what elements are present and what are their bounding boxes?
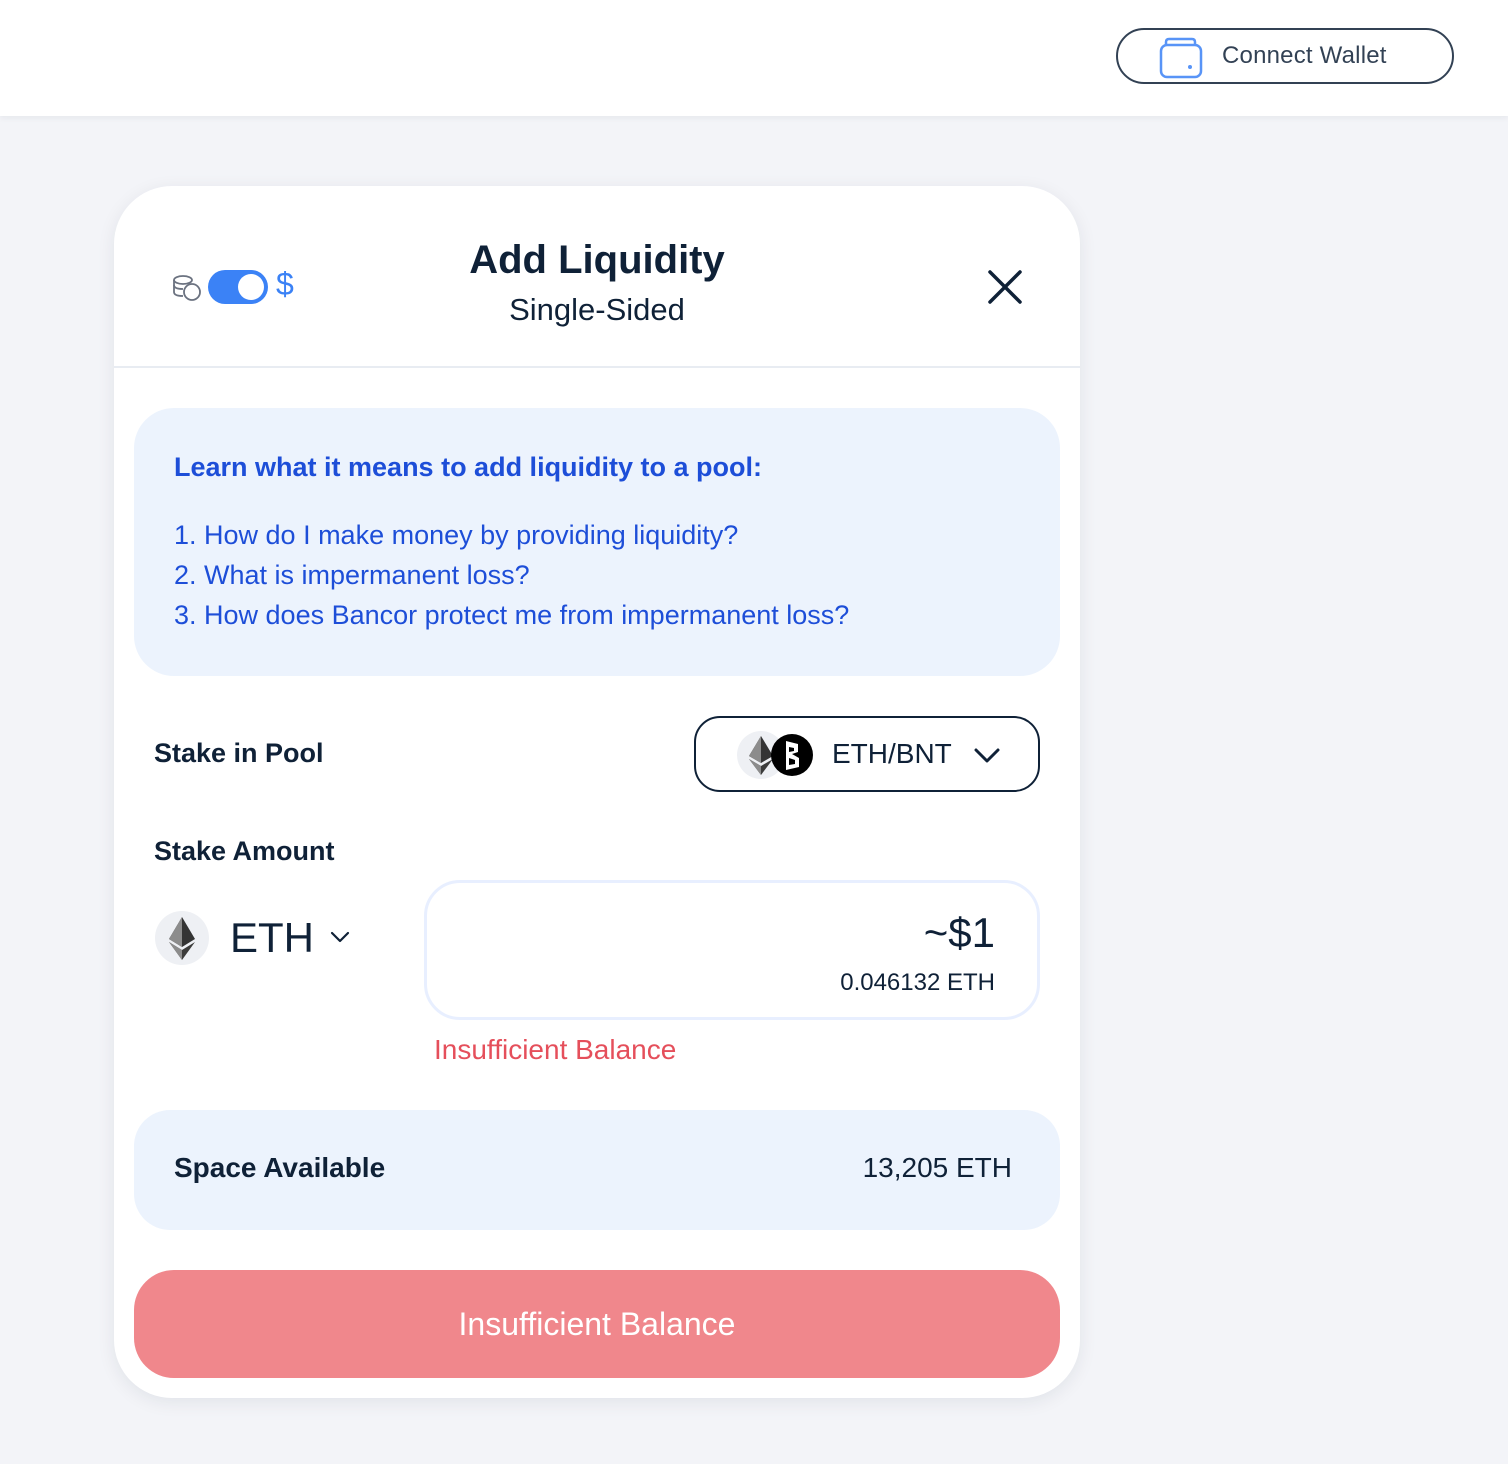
bnt-logo-icon — [771, 734, 813, 776]
learn-info-box: Learn what it means to add liquidity to … — [134, 408, 1060, 676]
amount-usd-value: ~$1 — [923, 909, 995, 956]
insufficient-balance-error: Insufficient Balance — [434, 1034, 677, 1065]
learn-link-protection[interactable]: 3. How does Bancor protect me from imper… — [174, 600, 849, 631]
learn-title: Learn what it means to add liquidity to … — [174, 452, 763, 482]
learn-link-impermanent-loss[interactable]: 2. What is impermanent loss? — [174, 560, 530, 591]
top-bar: Connect Wallet — [0, 0, 1508, 116]
connect-wallet-label: Connect Wallet — [1222, 42, 1387, 69]
space-available-box: Space Available 13,205 ETH — [134, 1110, 1060, 1230]
amount-token-value: 0.046132 ETH — [840, 969, 995, 996]
close-icon[interactable] — [984, 266, 1026, 308]
pool-select-dropdown[interactable]: ETH/BNT — [694, 716, 1040, 792]
submit-button[interactable]: Insufficient Balance — [134, 1270, 1060, 1378]
token-select-dropdown[interactable]: ETH — [154, 908, 374, 968]
wallet-icon — [1159, 37, 1203, 79]
selected-token-name: ETH — [230, 914, 314, 961]
eth-logo-icon — [155, 911, 209, 965]
chevron-down-icon — [330, 931, 350, 943]
submit-button-label: Insufficient Balance — [458, 1306, 736, 1342]
modal-subtitle: Single-Sided — [509, 292, 685, 327]
modal-title: Add Liquidity — [469, 238, 725, 282]
chevron-down-icon — [974, 748, 1000, 763]
stake-amount-label: Stake Amount — [154, 836, 335, 866]
space-available-label: Space Available — [174, 1152, 386, 1183]
modal-header: $ Add Liquidity Single-Sided — [114, 186, 1080, 368]
selected-pool-name: ETH/BNT — [832, 738, 952, 769]
learn-link-earn[interactable]: 1. How do I make money by providing liqu… — [174, 520, 738, 551]
stake-in-pool-label: Stake in Pool — [154, 738, 324, 768]
stake-amount-input[interactable]: ~$1 0.046132 ETH — [424, 880, 1040, 1020]
connect-wallet-button[interactable]: Connect Wallet — [1116, 28, 1454, 84]
space-available-value: 13,205 ETH — [862, 1152, 1012, 1183]
add-liquidity-modal: $ Add Liquidity Single-Sided Learn what … — [114, 186, 1080, 1398]
